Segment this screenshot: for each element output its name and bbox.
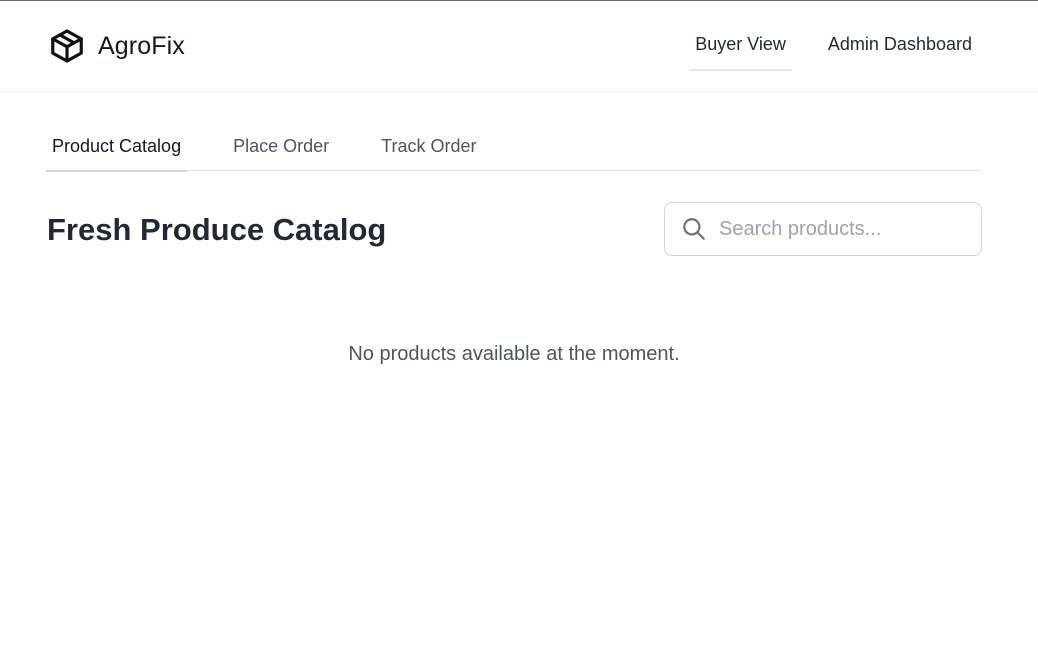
tab-bar: Product Catalog Place Order Track Order xyxy=(46,127,982,172)
page-title: Fresh Produce Catalog xyxy=(47,212,387,247)
empty-state-message: No products available at the moment. xyxy=(348,343,680,365)
tab-product-catalog[interactable]: Product Catalog xyxy=(46,127,188,172)
tab-track-order[interactable]: Track Order xyxy=(375,127,482,171)
brand[interactable]: AgroFix xyxy=(48,26,185,66)
nav-buyer-view[interactable]: Buyer View xyxy=(689,1,792,71)
top-navigation: Buyer View Admin Dashboard xyxy=(659,1,978,91)
search-input[interactable] xyxy=(719,209,969,249)
search-box[interactable] xyxy=(664,202,982,256)
nav-admin-dashboard[interactable]: Admin Dashboard xyxy=(822,1,978,71)
package-box-icon xyxy=(51,29,83,63)
tab-place-order[interactable]: Place Order xyxy=(227,127,335,171)
app-header: AgroFix Buyer View Admin Dashboard xyxy=(0,1,1038,92)
search-icon xyxy=(683,218,705,240)
app-name: AgroFix xyxy=(98,31,185,60)
